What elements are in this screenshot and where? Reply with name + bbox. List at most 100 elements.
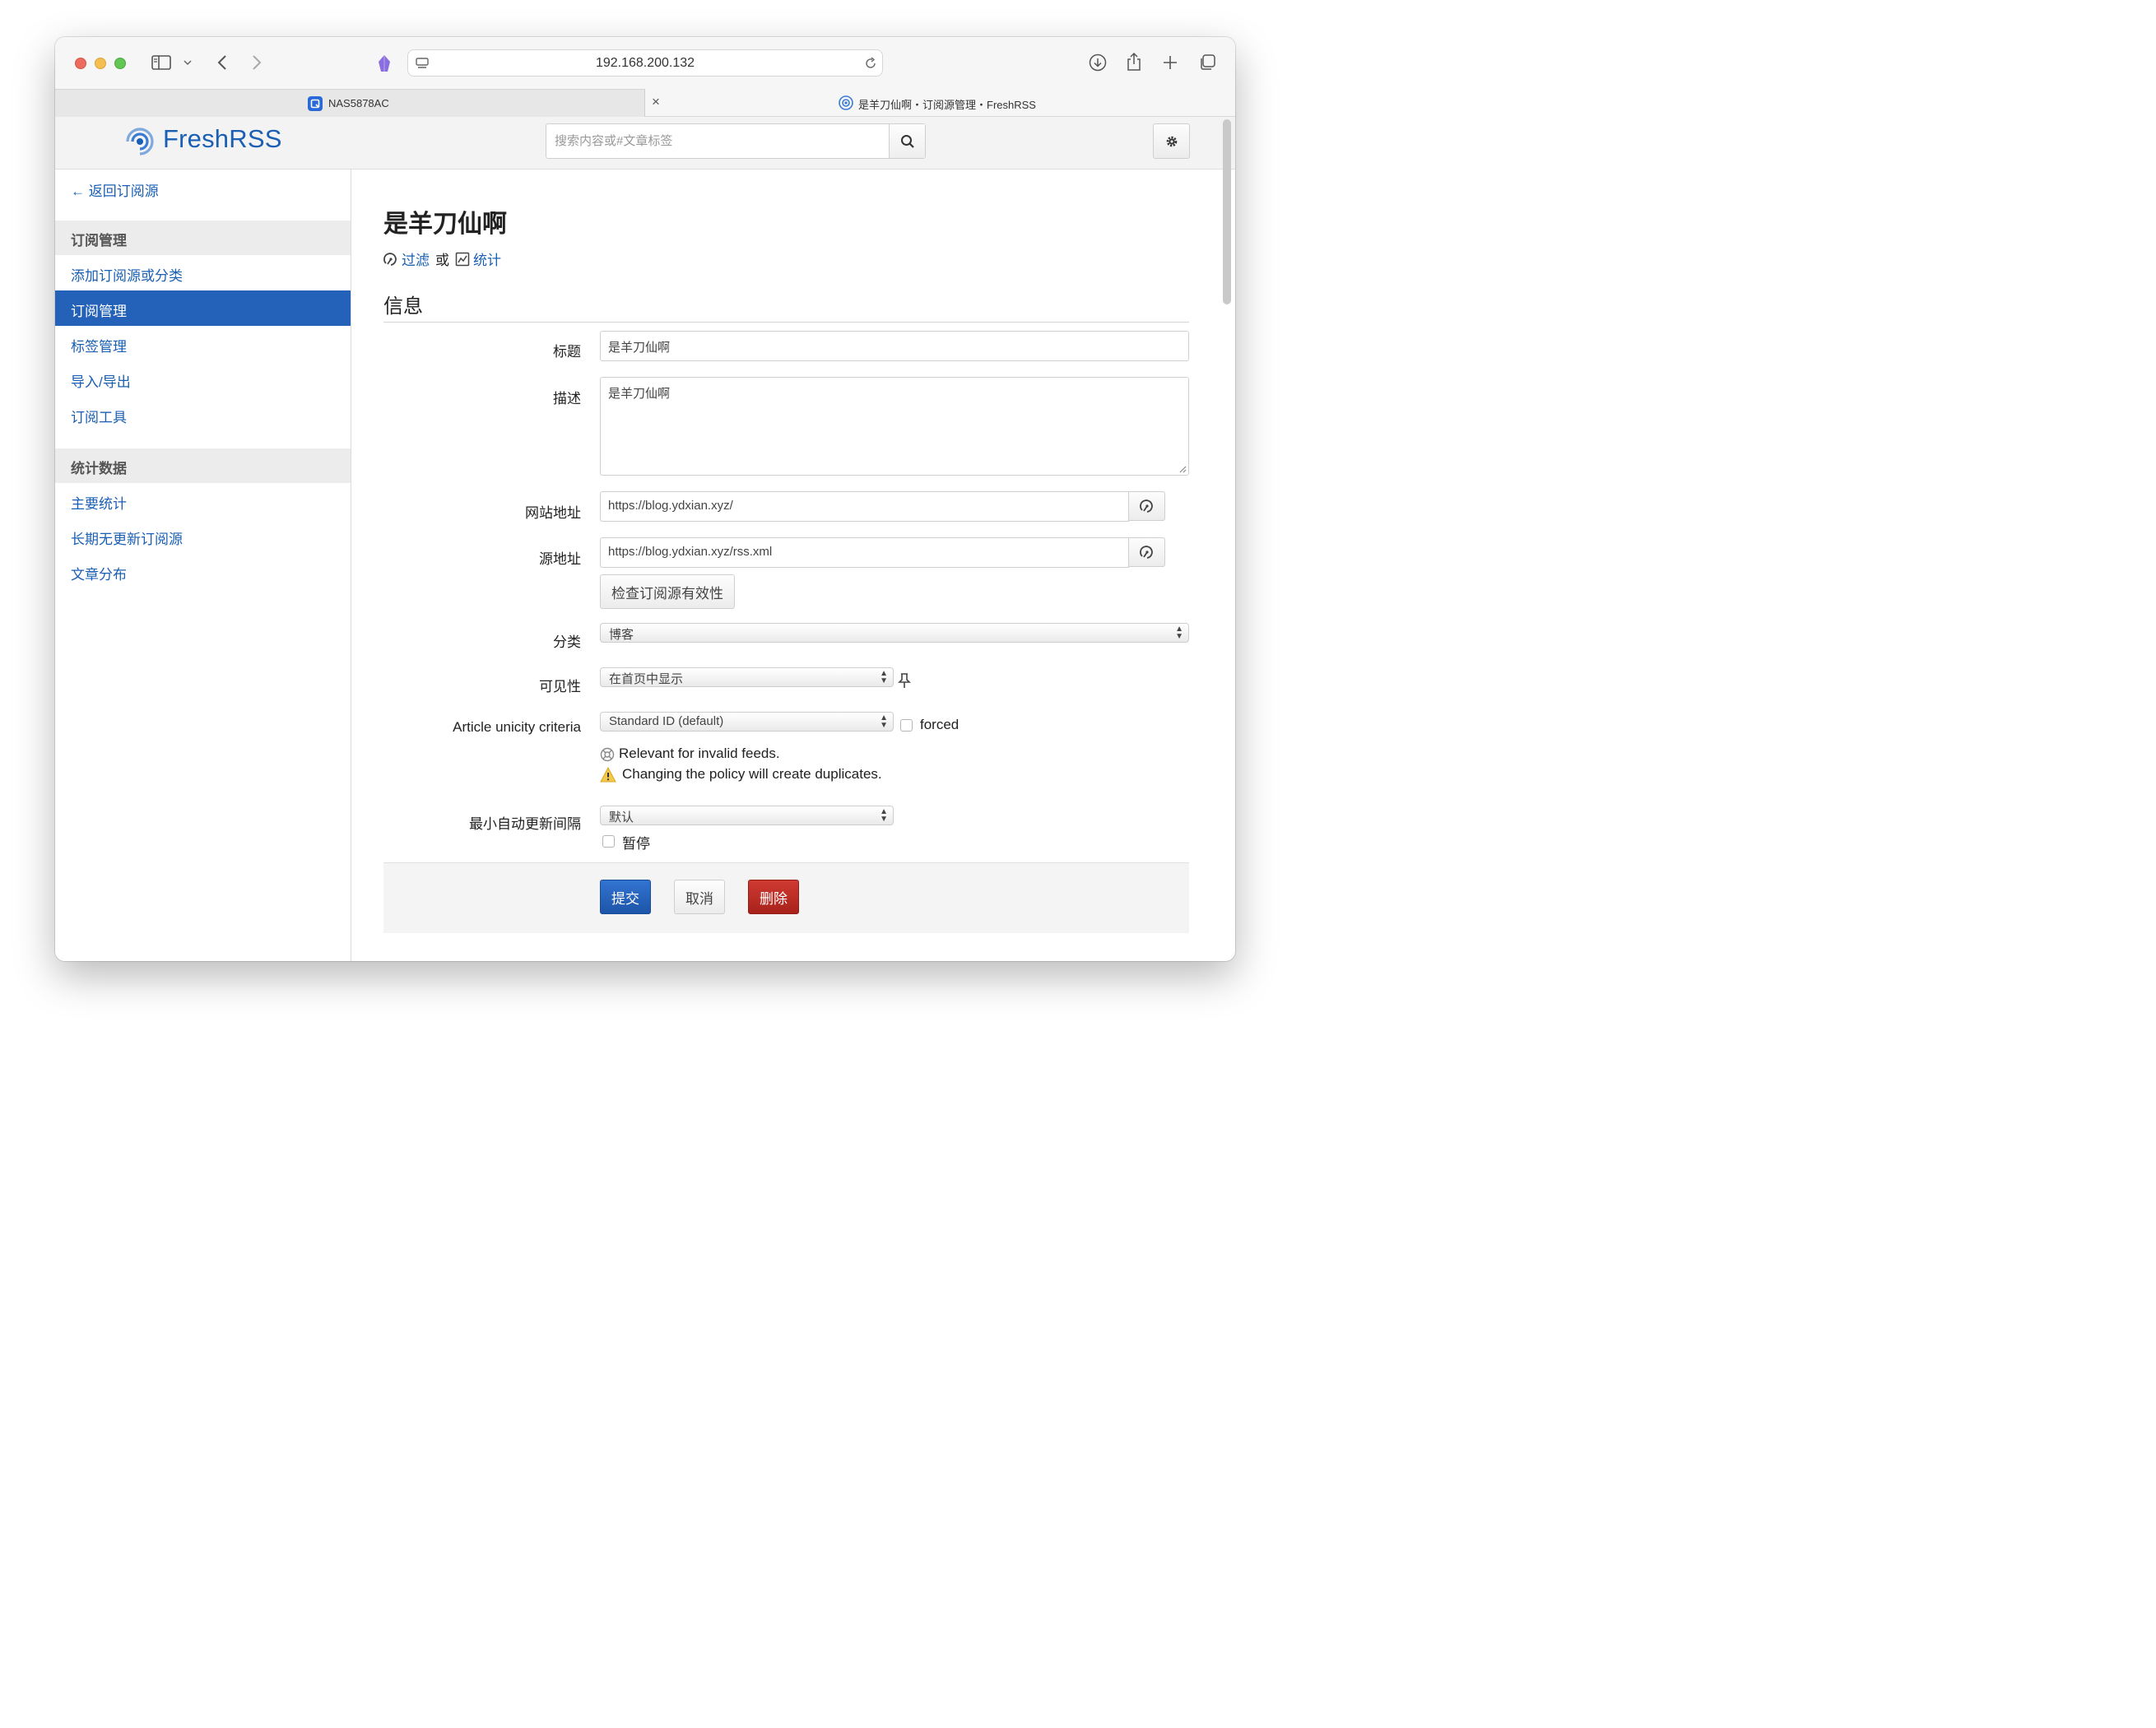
title-label: 标题	[553, 344, 581, 360]
visibility-label: 可见性	[539, 679, 581, 694]
stats-link-icon	[455, 252, 470, 266]
visibility-value: 在首页中显示	[609, 672, 684, 686]
refresh-interval-select[interactable]: 默认 ▲ ▼	[600, 806, 894, 825]
close-window-button[interactable]	[75, 58, 86, 69]
sidebar-item-subscription-tools[interactable]: 订阅工具	[71, 406, 127, 426]
forward-icon[interactable]	[248, 53, 266, 72]
sidebar: ← 返回订阅源 订阅管理 添加订阅源或分类 订阅管理 标签管理 导入/导出 订阅…	[55, 170, 351, 961]
tab-nas[interactable]: NAS5878AC	[55, 89, 645, 117]
extension-icon[interactable]	[375, 53, 393, 73]
unicity-value: Standard ID (default)	[609, 714, 724, 728]
category-value: 博客	[609, 628, 634, 642]
resize-handle-icon[interactable]	[1178, 465, 1187, 473]
visibility-select[interactable]: 在首页中显示 ▲ ▼	[600, 667, 894, 687]
sidebar-item-main-stats[interactable]: 主要统计	[71, 492, 127, 513]
unicity-label: Article unicity criteria	[453, 719, 581, 735]
feed-url-input[interactable]: https://blog.ydxian.xyz/rss.xml	[600, 537, 1129, 568]
cancel-button[interactable]: 取消	[674, 880, 725, 914]
browser-toolbar: 192.168.200.132	[55, 37, 1235, 89]
freshrss-favicon-icon	[839, 95, 853, 110]
refresh-interval-value: 默认	[609, 811, 634, 825]
settings-button[interactable]	[1153, 123, 1190, 159]
category-select[interactable]: 博客 ▲ ▼	[600, 623, 1189, 643]
section-title: 信息	[383, 295, 423, 318]
pause-checkbox[interactable]	[602, 835, 615, 848]
search-box	[546, 123, 926, 159]
sidebar-toggle-icon[interactable]	[151, 53, 172, 72]
feed-url-open-button[interactable]	[1129, 537, 1165, 567]
tab-label: 是羊刀仙啊・订阅源管理・FreshRSS	[858, 99, 1036, 111]
search-input[interactable]	[546, 124, 889, 158]
browser-window: 192.168.200.132 NAS5878AC × 是羊刀仙啊・订阅源管理・…	[55, 37, 1235, 961]
select-arrows-icon: ▲ ▼	[880, 713, 888, 730]
feed-url-label: 源地址	[539, 551, 581, 567]
nas-favicon-icon	[308, 96, 323, 111]
sidebar-item-article-distribution[interactable]: 文章分布	[71, 563, 127, 583]
sidebar-item-add-feed[interactable]: 添加订阅源或分类	[71, 264, 183, 285]
unicity-help-text: Relevant for invalid feeds.	[619, 746, 780, 761]
submit-button[interactable]: 提交	[600, 880, 651, 914]
chevron-down-icon[interactable]	[182, 57, 193, 68]
description-label: 描述	[553, 391, 581, 406]
category-label: 分类	[553, 634, 581, 650]
title-input[interactable]: 是羊刀仙啊	[600, 331, 1189, 361]
main-content: 是羊刀仙啊 过滤 或 统计 信息 标题 是羊刀仙啊 描述 是羊刀仙啊 网站地址 …	[351, 170, 1221, 961]
section-divider	[383, 322, 1189, 323]
filter-link[interactable]: 过滤	[402, 249, 430, 269]
reload-icon[interactable]	[863, 56, 878, 71]
tab-bar: NAS5878AC × 是羊刀仙啊・订阅源管理・FreshRSS	[55, 89, 1235, 117]
sidebar-item-idle-feeds[interactable]: 长期无更新订阅源	[71, 527, 183, 548]
select-arrows-icon: ▲ ▼	[1175, 625, 1183, 641]
tab-overview-icon[interactable]	[1197, 53, 1217, 72]
subnav-or: 或	[435, 253, 449, 268]
description-textarea[interactable]: 是羊刀仙啊	[600, 377, 1189, 476]
select-arrows-icon: ▲ ▼	[880, 807, 888, 824]
sidebar-item-label: 订阅管理	[71, 304, 127, 319]
warning-icon	[600, 766, 616, 783]
external-link-icon	[1139, 499, 1153, 513]
delete-button[interactable]: 删除	[748, 880, 799, 914]
website-open-button[interactable]	[1129, 491, 1165, 521]
gear-icon	[1166, 136, 1177, 146]
help-icon	[600, 747, 615, 762]
forced-label: forced	[920, 717, 960, 732]
download-icon[interactable]	[1088, 53, 1108, 72]
search-icon	[900, 134, 914, 148]
description-text: 是羊刀仙啊	[608, 387, 671, 401]
unicity-warning-text: Changing the policy will create duplicat…	[622, 766, 882, 782]
website-label: 网站地址	[525, 505, 581, 521]
search-button[interactable]	[889, 124, 925, 158]
freshrss-logo-icon[interactable]	[123, 124, 157, 159]
stats-link[interactable]: 统计	[473, 249, 501, 269]
select-arrows-icon: ▲ ▼	[880, 669, 888, 685]
sidebar-section-title: 统计数据	[71, 461, 127, 476]
tab-freshrss[interactable]: 是羊刀仙啊・订阅源管理・FreshRSS	[646, 89, 1235, 117]
filter-link-icon	[383, 252, 397, 266]
check-feed-button[interactable]: 检查订阅源有效性	[600, 574, 735, 609]
forced-checkbox[interactable]	[900, 719, 913, 732]
back-to-feeds-link[interactable]: ← 返回订阅源	[71, 179, 159, 200]
pause-label: 暂停	[622, 836, 650, 852]
new-tab-icon[interactable]	[1160, 53, 1180, 72]
form-actions: 提交 取消 删除	[383, 862, 1189, 933]
sidebar-item-subscription-management[interactable]: 订阅管理	[55, 290, 351, 326]
back-icon[interactable]	[213, 53, 231, 72]
zoom-window-button[interactable]	[114, 58, 126, 69]
website-input[interactable]: https://blog.ydxian.xyz/	[600, 491, 1129, 522]
sidebar-item-import-export[interactable]: 导入/导出	[71, 370, 131, 391]
refresh-interval-label: 最小自动更新间隔	[469, 816, 581, 832]
sidebar-section-statistics: 统计数据	[55, 448, 351, 483]
sidebar-section-title: 订阅管理	[71, 233, 127, 249]
share-icon[interactable]	[1124, 51, 1144, 72]
app-logo-text[interactable]: FreshRSS	[163, 124, 282, 154]
tab-label: NAS5878AC	[328, 97, 389, 109]
minimize-window-button[interactable]	[95, 58, 106, 69]
unicity-select[interactable]: Standard ID (default) ▲ ▼	[600, 712, 894, 732]
page-scrollbar[interactable]	[1223, 119, 1231, 304]
external-link-icon	[1139, 546, 1153, 559]
address-text: 192.168.200.132	[595, 56, 695, 70]
pin-icon[interactable]	[898, 672, 913, 689]
address-bar[interactable]: 192.168.200.132	[407, 49, 883, 77]
feed-subnav: 过滤 或 统计	[383, 249, 501, 269]
sidebar-item-tag-management[interactable]: 标签管理	[71, 335, 127, 355]
